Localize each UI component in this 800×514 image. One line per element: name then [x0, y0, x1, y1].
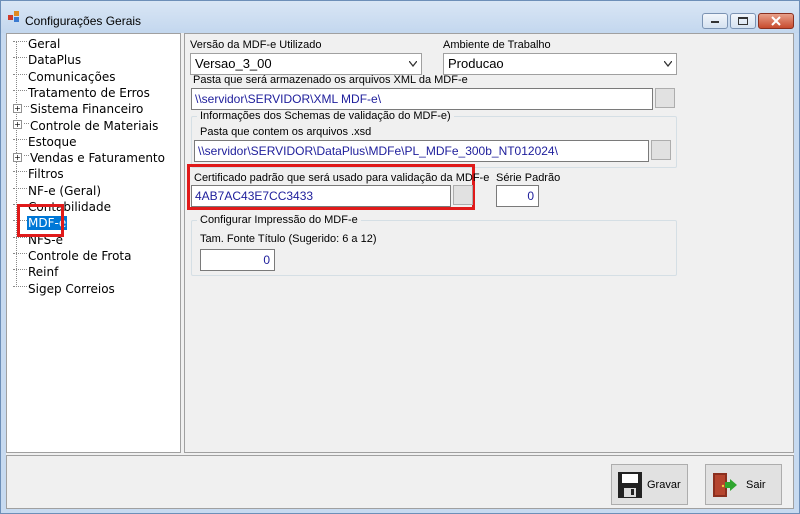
tree-connector [13, 89, 27, 91]
versao-label: Versão da MDF-e Utilizado [190, 39, 322, 51]
schemas-input[interactable]: \\servidor\SERVIDOR\DataPlus\MDFe\PL_MDF… [194, 140, 649, 162]
tree-item[interactable]: Estoque [13, 134, 78, 150]
tree-connector [13, 73, 27, 75]
tree-connector [13, 269, 27, 271]
gravar-label: Gravar [647, 479, 681, 491]
impressao-groupbox: Configurar Impressão do MDF-e Tam. Fonte… [191, 214, 677, 276]
tree-item[interactable]: + Controle de Materiais [13, 118, 159, 134]
settings-tree[interactable]: Geral DataPlus Comunicações Tratamento de E… [6, 33, 181, 453]
tree-connector [13, 285, 27, 287]
tree-item[interactable]: + Vendas e Faturamento [13, 150, 166, 166]
button-bar: Gravar Sair [6, 455, 794, 509]
tree-item-label: Comunicações [28, 69, 116, 84]
serie-value: 0 [527, 189, 534, 203]
mdfe-highlight-box [17, 204, 64, 237]
pasta-xml-label: Pasta que será armazenado os arquivos XM… [193, 74, 468, 86]
fonte-label: Tam. Fonte Título (Sugerido: 6 a 12) [200, 233, 377, 245]
tree-connector [13, 41, 27, 42]
maximize-button[interactable] [730, 13, 756, 29]
window-title: Configurações Gerais [25, 14, 142, 28]
tree-item-label: Reinf [28, 265, 59, 280]
tree-item[interactable]: Tratamento de Erros [13, 85, 151, 101]
minimize-icon [711, 21, 719, 23]
close-button[interactable] [758, 13, 794, 29]
pasta-xml-input[interactable]: \\servidor\SERVIDOR\XML MDF-e\ [191, 88, 653, 110]
tree-item[interactable]: Controle de Frota [13, 248, 133, 264]
floppy-disk-icon [618, 472, 642, 498]
config-window: Configurações Gerais Geral DataPlus Comuni… [0, 0, 800, 514]
fonte-value: 0 [263, 253, 270, 267]
tree-item-label: Tratamento de Erros [28, 85, 150, 100]
tree-item-label: DataPlus [28, 53, 82, 68]
chevron-down-icon [664, 61, 672, 67]
tree-item-label: Vendas e Faturamento [30, 151, 165, 166]
schemas-value: \\servidor\SERVIDOR\DataPlus\MDFe\PL_MDF… [198, 144, 558, 158]
tree-item[interactable]: Geral [13, 36, 61, 52]
versao-select[interactable]: Versao_3_00 [190, 53, 422, 75]
close-icon [771, 16, 781, 26]
tree-item-label: Geral [28, 37, 61, 51]
fonte-input[interactable]: 0 [200, 249, 275, 271]
versao-value: Versao_3_00 [195, 56, 272, 71]
expand-plus-icon[interactable]: + [13, 103, 22, 113]
sair-label: Sair [746, 479, 766, 491]
mdfe-settings-panel: Versão da MDF-e Utilizado Versao_3_00 Am… [184, 33, 794, 453]
minimize-button[interactable] [702, 13, 728, 29]
certificado-browse-button[interactable] [453, 185, 473, 205]
tree-item[interactable]: + Sistema Financeiro [13, 101, 144, 117]
gravar-button[interactable]: Gravar [611, 464, 688, 505]
certificado-value: 4AB7AC43E7CC3433 [195, 189, 314, 203]
maximize-icon [738, 17, 748, 25]
tree-item-label: Controle de Frota [28, 248, 132, 263]
chevron-down-icon [409, 61, 417, 67]
certificado-input[interactable]: 4AB7AC43E7CC3433 [191, 185, 451, 207]
tree-item[interactable]: Reinf [13, 264, 59, 280]
tree-item-label: Filtros [28, 167, 64, 182]
schemas-groupbox: Informações dos Schemas de validação do … [191, 110, 677, 168]
serie-input[interactable]: 0 [496, 185, 539, 207]
tree-item[interactable]: Filtros [13, 166, 65, 182]
schemas-browse-button[interactable] [651, 140, 671, 160]
tree-connector [13, 171, 27, 173]
app-icon [8, 11, 19, 22]
tree-item-label: Estoque [28, 134, 77, 149]
tree-item-label: Sigep Correios [28, 281, 115, 296]
pasta-xml-browse-button[interactable] [655, 88, 675, 108]
tree-item[interactable]: Sigep Correios [13, 281, 116, 297]
schemas-label: Pasta que contem os arquivos .xsd [200, 126, 372, 138]
serie-label: Série Padrão [496, 172, 561, 184]
client-area: Geral DataPlus Comunicações Tratamento de E… [6, 33, 794, 509]
title-bar[interactable]: Configurações Gerais [1, 1, 799, 33]
tree-item[interactable]: DataPlus [13, 52, 82, 68]
impressao-group-title: Configurar Impressão do MDF-e [197, 214, 361, 226]
ambiente-select[interactable]: Producao [443, 53, 677, 75]
ambiente-label: Ambiente de Trabalho [443, 39, 551, 51]
tree-connector [13, 252, 27, 254]
tree-connector [13, 187, 27, 189]
tree-connector [13, 138, 27, 140]
exit-door-icon [713, 473, 737, 497]
expand-plus-icon[interactable]: + [13, 152, 22, 162]
tree-item[interactable]: Comunicações [13, 69, 116, 85]
sair-button[interactable]: Sair [705, 464, 782, 505]
ambiente-value: Producao [448, 56, 504, 71]
certificado-label: Certificado padrão que será usado para v… [194, 172, 490, 184]
tree-item[interactable]: NF-e (Geral) [13, 183, 102, 199]
pasta-xml-value: \\servidor\SERVIDOR\XML MDF-e\ [195, 92, 382, 106]
tree-connector [13, 57, 27, 59]
tree-item-label: Sistema Financeiro [30, 102, 144, 117]
expand-plus-icon[interactable]: + [13, 120, 22, 129]
schemas-group-title: Informações dos Schemas de validação do … [197, 110, 454, 122]
tree-item-label: NF-e (Geral) [28, 183, 102, 198]
tree-item-label: Controle de Materiais [30, 118, 159, 133]
